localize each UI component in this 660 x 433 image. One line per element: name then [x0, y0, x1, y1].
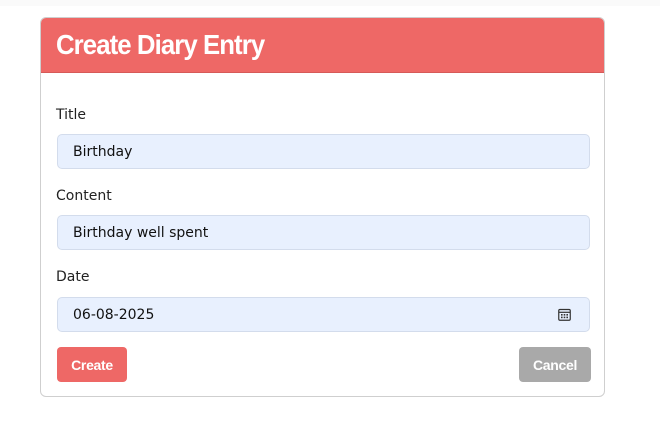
- date-input[interactable]: 06-08-2025: [57, 297, 590, 332]
- date-input-value: 06-08-2025: [73, 306, 155, 323]
- create-button[interactable]: Create: [57, 347, 127, 382]
- date-label: Date: [56, 269, 90, 285]
- page-title: Create Diary Entry: [56, 29, 265, 60]
- title-label: Title: [56, 107, 87, 123]
- content-input-value: Birthday well spent: [73, 224, 209, 241]
- title-input-value: Birthday: [73, 143, 133, 160]
- content-label: Content: [56, 188, 112, 204]
- cancel-button[interactable]: Cancel: [519, 347, 591, 382]
- top-strip: [0, 0, 660, 6]
- title-input[interactable]: Birthday: [57, 134, 590, 169]
- diary-entry-card: Create Diary Entry Title Birthday Conten…: [40, 17, 605, 397]
- card-header: Create Diary Entry: [41, 18, 604, 73]
- content-input[interactable]: Birthday well spent: [57, 215, 590, 250]
- calendar-icon[interactable]: [558, 308, 571, 321]
